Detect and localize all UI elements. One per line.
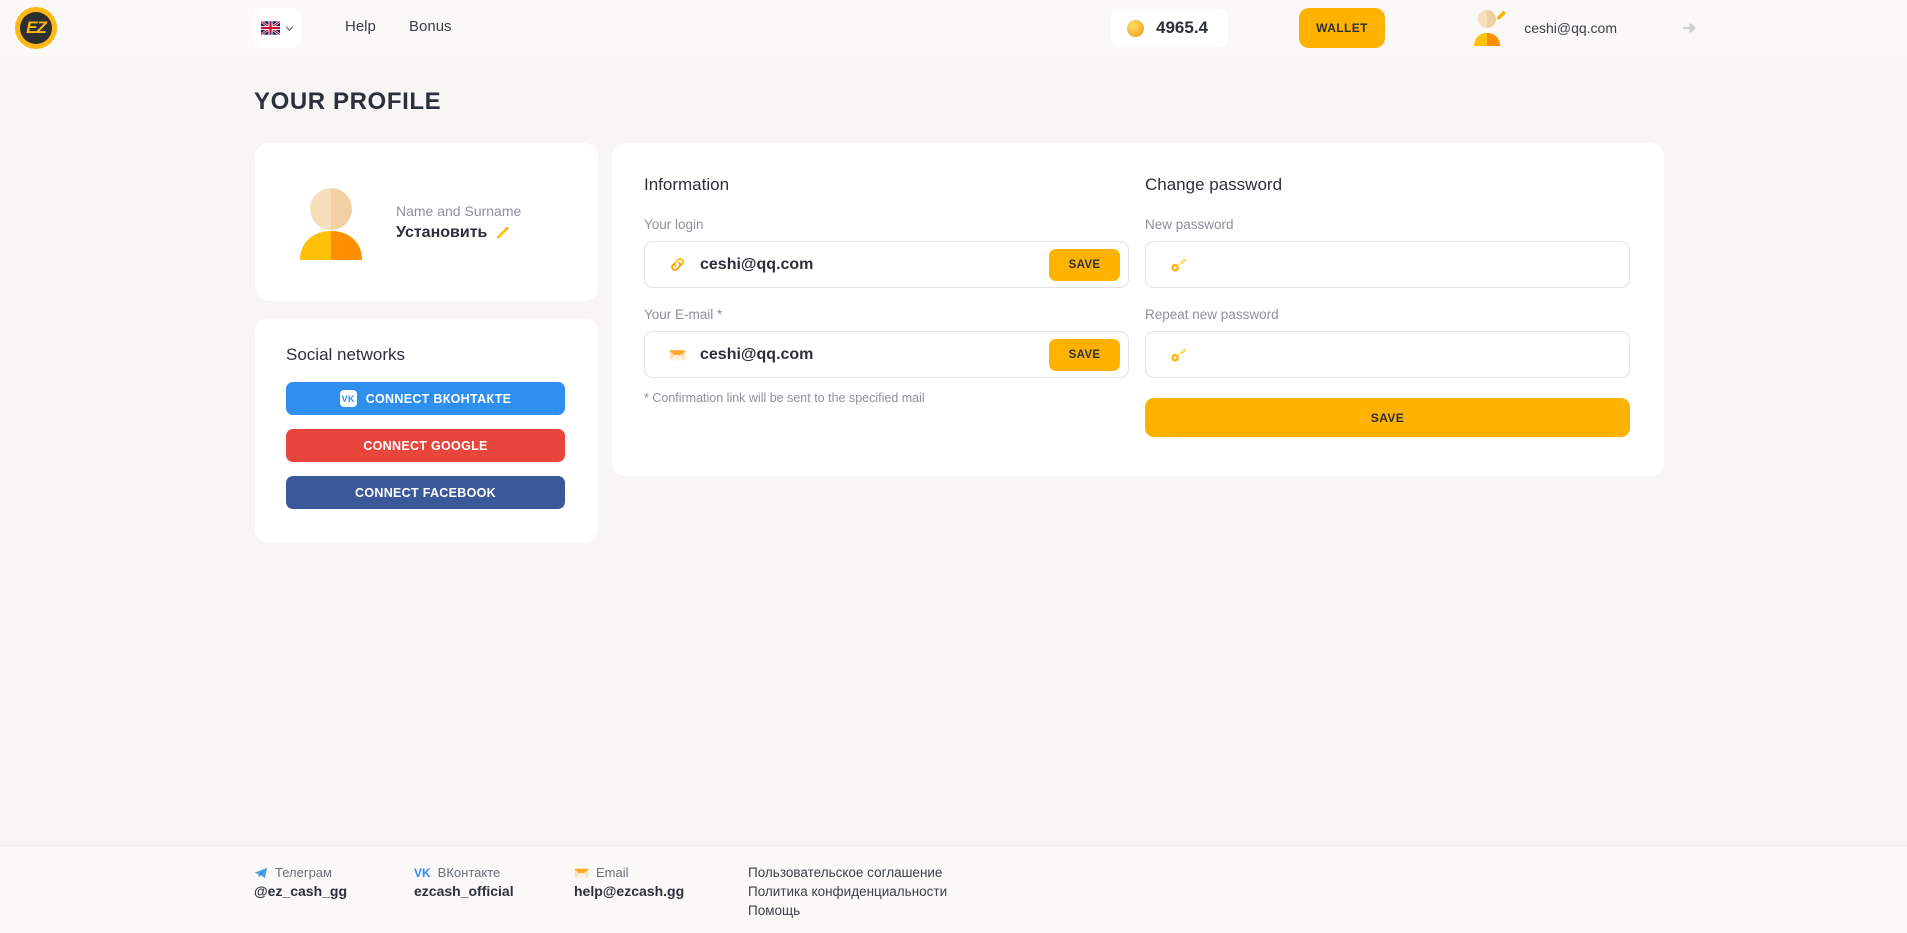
nav-help[interactable]: Help — [345, 18, 376, 35]
balance-display[interactable]: 4965.4 — [1111, 9, 1228, 47]
envelope-icon — [574, 866, 589, 879]
language-selector[interactable] — [253, 8, 301, 48]
email-field[interactable]: SAVE — [644, 331, 1129, 378]
profile-name-label: Name and Surname — [396, 203, 521, 219]
repeat-password-field[interactable] — [1145, 331, 1630, 378]
link-icon — [669, 256, 686, 273]
change-password-save-button[interactable]: SAVE — [1145, 398, 1630, 437]
footer-link-help[interactable]: Помощь — [748, 903, 947, 918]
user-account[interactable]: ceshi@qq.com — [1469, 6, 1617, 50]
logout-arrow-icon — [1681, 19, 1699, 37]
email-confirmation-note: * Confirmation link will be sent to the … — [644, 391, 1129, 405]
social-networks-title: Social networks — [286, 345, 568, 365]
footer-email-value[interactable]: help@ezcash.gg — [574, 883, 684, 899]
pencil-icon[interactable] — [495, 225, 510, 240]
top-header: EZ Help Bonus 4965.4 WALLET — [0, 0, 1907, 56]
footer-vkontakte-value[interactable]: ezcash_official — [414, 883, 514, 899]
logout-button[interactable] — [1670, 8, 1710, 48]
change-password-title: Change password — [1145, 175, 1630, 195]
profile-avatar[interactable] — [291, 182, 371, 262]
vk-icon: VK — [340, 390, 357, 407]
footer-email-label-row: Email — [574, 865, 684, 880]
profile-summary-card: Name and Surname Установить — [255, 143, 598, 301]
uk-flag-icon — [261, 21, 280, 35]
user-email: ceshi@qq.com — [1524, 20, 1617, 36]
telegram-icon — [254, 866, 268, 880]
vk-icon: VK — [414, 866, 431, 880]
footer-links: Пользовательское соглашение Политика кон… — [748, 865, 947, 918]
site-logo[interactable]: EZ — [15, 7, 57, 49]
change-password-section: Change password New password Repeat new … — [1145, 175, 1630, 437]
repeat-password-label: Repeat new password — [1145, 307, 1630, 322]
footer-link-privacy[interactable]: Политика конфиденциальности — [748, 884, 947, 899]
page-footer: Телеграм @ez_cash_gg VK ВКонтакте ezcash… — [0, 845, 1907, 933]
connect-facebook-button[interactable]: CONNECT FACEBOOK — [286, 476, 565, 509]
balance-amount: 4965.4 — [1156, 18, 1208, 38]
logo-text: EZ — [20, 12, 52, 44]
avatar[interactable] — [1469, 6, 1513, 50]
new-password-label: New password — [1145, 217, 1630, 232]
key-icon — [1170, 346, 1187, 363]
profile-page: EZ Help Bonus 4965.4 WALLET — [0, 0, 1907, 933]
footer-vkontakte-label: ВКонтакте — [438, 865, 501, 880]
nav-bonus[interactable]: Bonus — [409, 18, 452, 35]
wallet-button[interactable]: WALLET — [1299, 8, 1385, 48]
information-section: Information Your login SAVE Your E-mail … — [644, 175, 1129, 437]
email-label: Your E-mail * — [644, 307, 1129, 322]
footer-contact-telegram[interactable]: Телеграм @ez_cash_gg — [254, 865, 347, 899]
footer-vkontakte-label-row: VK ВКонтакте — [414, 865, 514, 880]
footer-link-terms[interactable]: Пользовательское соглашение — [748, 865, 947, 880]
key-icon — [1170, 256, 1187, 273]
footer-contact-email[interactable]: Email help@ezcash.gg — [574, 865, 684, 899]
envelope-icon — [669, 346, 686, 363]
social-networks-card: Social networks VK CONNECT ВКОНТАКТЕ CON… — [255, 318, 598, 543]
login-input[interactable] — [700, 256, 1049, 274]
connect-google-label: CONNECT GOOGLE — [363, 439, 487, 453]
footer-telegram-label-row: Телеграм — [254, 865, 347, 880]
login-save-button[interactable]: SAVE — [1049, 249, 1120, 281]
profile-name-value-row: Установить — [396, 224, 521, 242]
footer-contact-vkontakte[interactable]: VK ВКонтакте ezcash_official — [414, 865, 514, 899]
page-title: YOUR PROFILE — [254, 88, 441, 116]
repeat-password-input[interactable] — [1201, 346, 1621, 364]
footer-telegram-label: Телеграм — [275, 865, 332, 880]
login-field[interactable]: SAVE — [644, 241, 1129, 288]
new-password-input[interactable] — [1201, 256, 1621, 274]
connect-facebook-label: CONNECT FACEBOOK — [355, 486, 496, 500]
profile-name-value: Установить — [396, 224, 487, 242]
connect-vkontakte-button[interactable]: VK CONNECT ВКОНТАКТЕ — [286, 382, 565, 415]
profile-name-block: Name and Surname Установить — [396, 203, 521, 242]
coin-icon — [1127, 20, 1144, 37]
chevron-down-icon — [285, 24, 294, 33]
footer-telegram-value[interactable]: @ez_cash_gg — [254, 883, 347, 899]
footer-email-label: Email — [596, 865, 629, 880]
new-password-field[interactable] — [1145, 241, 1630, 288]
settings-card: Information Your login SAVE Your E-mail … — [612, 143, 1664, 476]
email-input[interactable] — [700, 346, 1049, 364]
information-title: Information — [644, 175, 1129, 195]
connect-google-button[interactable]: CONNECT GOOGLE — [286, 429, 565, 462]
avatar-icon — [291, 182, 371, 262]
avatar-icon — [1469, 6, 1513, 50]
login-label: Your login — [644, 217, 1129, 232]
connect-vkontakte-label: CONNECT ВКОНТАКТЕ — [366, 392, 512, 406]
email-save-button[interactable]: SAVE — [1049, 339, 1120, 371]
